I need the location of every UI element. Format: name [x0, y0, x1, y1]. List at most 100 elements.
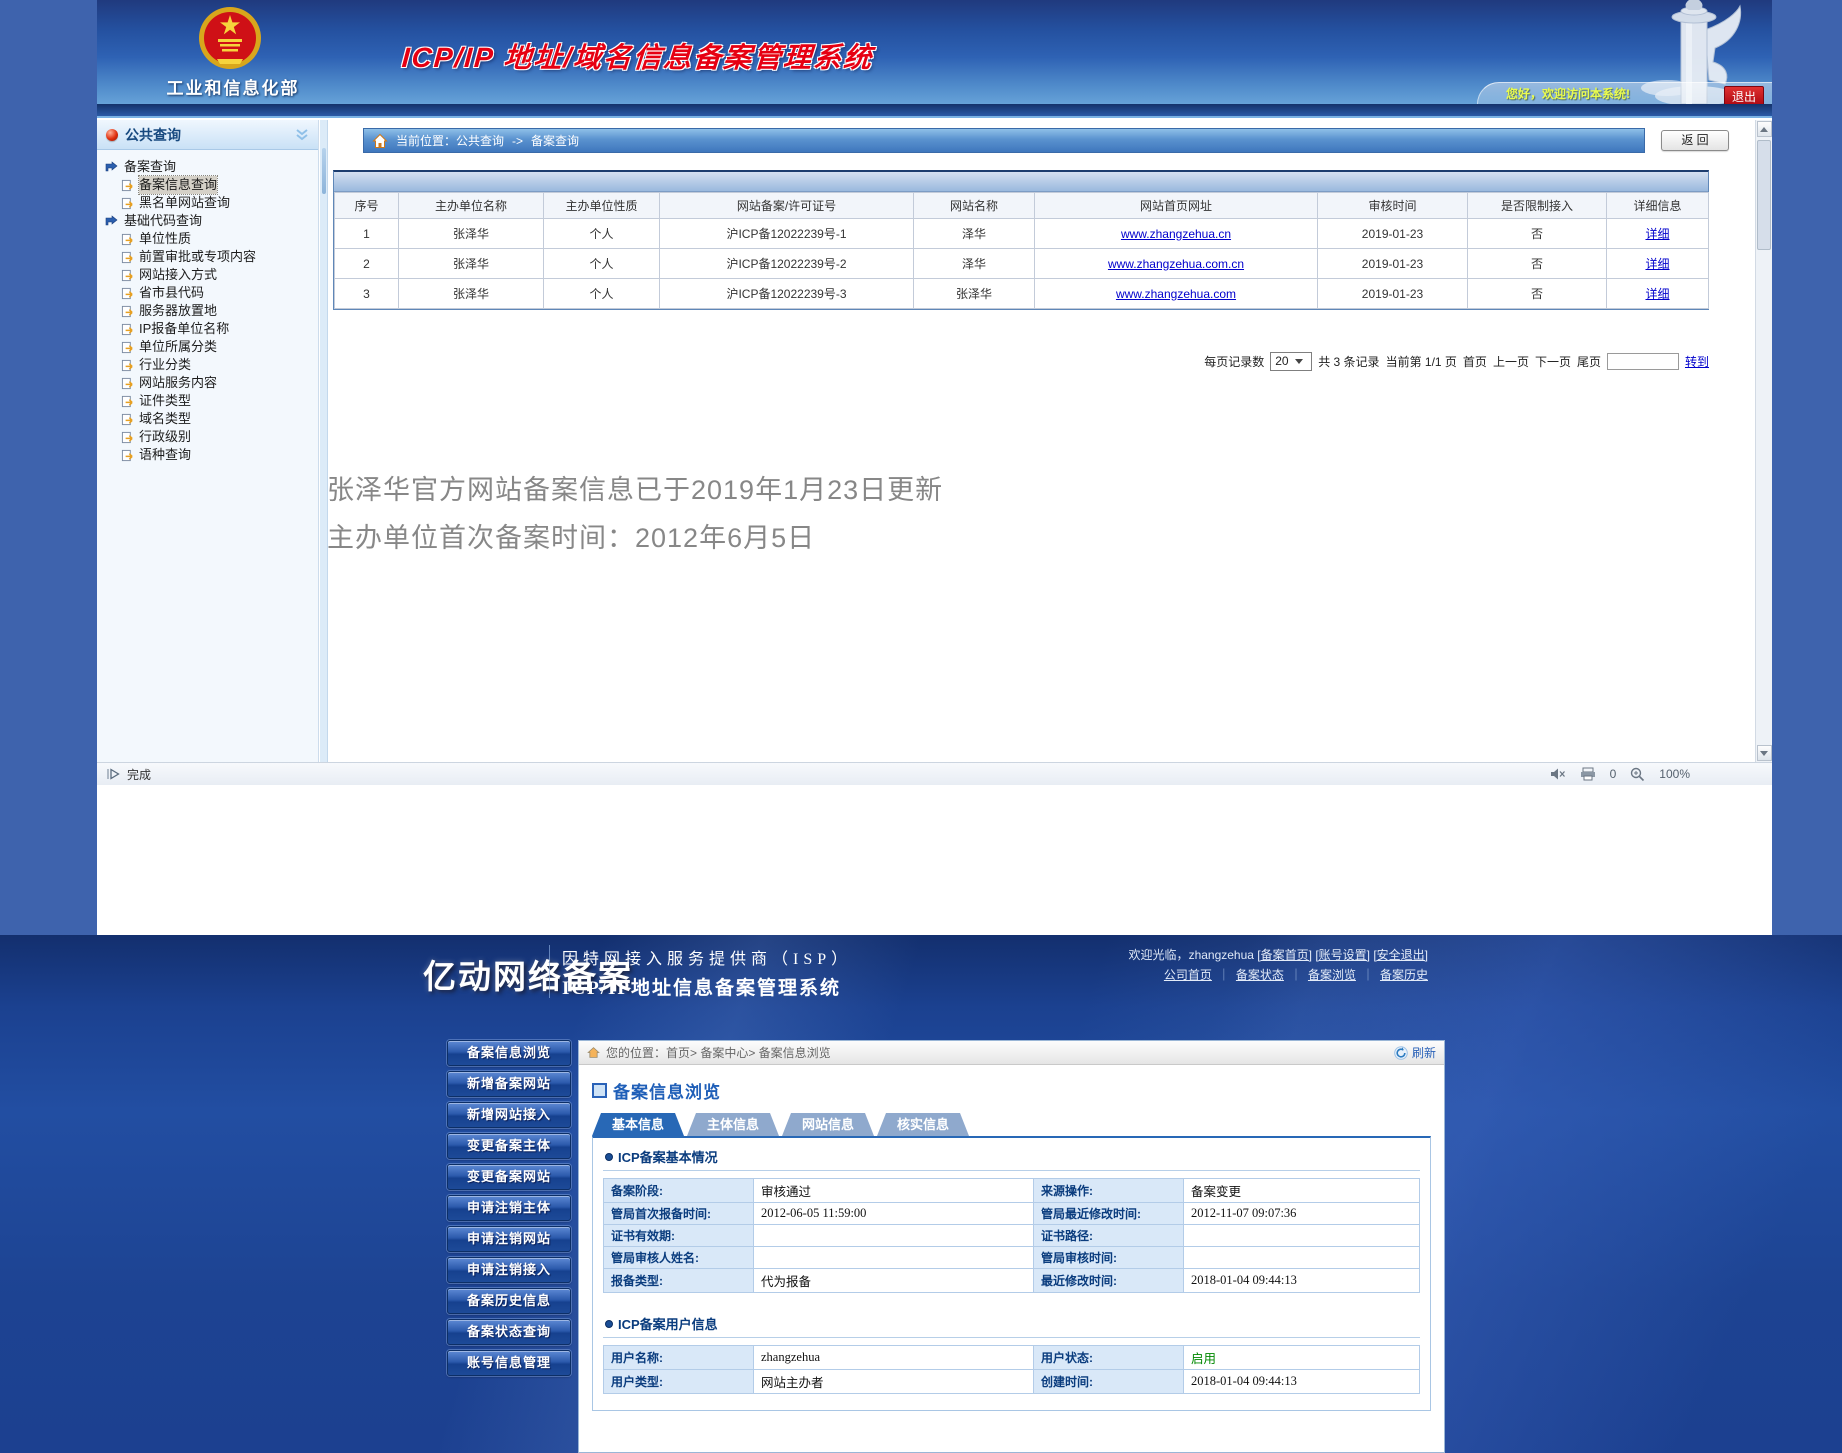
sidebar-splitter[interactable]	[320, 120, 328, 762]
status-bar-right: 0 100%	[1550, 767, 1690, 782]
menu-add-site-access[interactable]: 新增网站接入	[447, 1102, 571, 1128]
info-value	[1184, 1225, 1420, 1247]
breadcrumb: 当前位置：公共查询 -> 备案查询	[363, 128, 1645, 153]
menu-cancel-site[interactable]: 申请注销网站	[447, 1226, 571, 1252]
table-row: 2 张泽华 个人 沪ICP备12022239号-2 泽华 www.zhangze…	[335, 249, 1709, 279]
tree-item-admin-level[interactable]: 行政级别	[105, 428, 314, 446]
welcome-band: 您好，欢迎访问本系统! 退出	[1477, 82, 1772, 104]
filing-status-link[interactable]: 备案状态	[1236, 968, 1284, 982]
menu-filing-info-browse[interactable]: 备案信息浏览	[447, 1040, 571, 1066]
scroll-up-arrow[interactable]	[1757, 121, 1772, 137]
tree-item-domain-type[interactable]: 域名类型	[105, 410, 314, 428]
site-url-link[interactable]: www.zhangzehua.com.cn	[1108, 257, 1244, 271]
scroll-down-arrow[interactable]	[1757, 745, 1772, 761]
chevron-down-icon[interactable]	[295, 129, 309, 141]
tree-group-filing-query[interactable]: 备案查询	[105, 158, 314, 176]
vertical-scrollbar[interactable]	[1755, 120, 1772, 762]
section-header-basic: ICP备案基本情况	[603, 1140, 1420, 1171]
refresh-control[interactable]: 刷新	[1394, 1044, 1436, 1061]
nav-separator: ｜	[1218, 968, 1230, 982]
page-arrow-icon	[121, 269, 134, 282]
logout-button[interactable]: 退出	[1724, 86, 1764, 104]
detail-link[interactable]: 详细	[1645, 227, 1669, 241]
menu-cancel-subject[interactable]: 申请注销主体	[447, 1195, 571, 1221]
site-url-link[interactable]: www.zhangzehua.cn	[1121, 227, 1231, 241]
panel-title: 备案信息浏览	[613, 1078, 721, 1103]
filing-browse-panel: 您的位置：首页> 备案中心> 备案信息浏览 刷新 备案信息浏览 基本信息	[578, 1040, 1445, 1453]
next-page-link[interactable]: 下一页	[1535, 353, 1571, 370]
col-header-restricted: 是否限制接入	[1468, 193, 1607, 219]
tab-subject-info[interactable]: 主体信息	[687, 1113, 779, 1136]
red-orb-icon	[106, 129, 118, 141]
tree-item-ip-report-unit[interactable]: IP报备单位名称	[105, 320, 314, 338]
cell-detail: 详细	[1607, 249, 1709, 279]
goto-page-input[interactable]	[1607, 353, 1679, 370]
site-url-link[interactable]: www.zhangzehua.com	[1116, 287, 1236, 301]
page-arrow-icon	[121, 341, 134, 354]
menu-change-filing-site[interactable]: 变更备案网站	[447, 1164, 571, 1190]
dropdown-arrow-icon	[1295, 359, 1303, 364]
welcome-prefix: 欢迎光临，	[1129, 948, 1189, 962]
tree-item-unit-nature[interactable]: 单位性质	[105, 230, 314, 248]
tree-group-base-code-query[interactable]: 基础代码查询	[105, 212, 314, 230]
panel-breadcrumb-path: 您的位置：首页> 备案中心> 备案信息浏览	[606, 1044, 831, 1061]
filing-home-link[interactable]: [备案首页]	[1257, 948, 1312, 962]
tree-item-server-location[interactable]: 服务器放置地	[105, 302, 314, 320]
printer-icon[interactable]	[1580, 767, 1596, 781]
menu-filing-status-query[interactable]: 备案状态查询	[447, 1319, 571, 1345]
user-info-table: 用户名称: zhangzehua 用户状态: 启用 用户类型: 网站主办者 创建…	[603, 1345, 1420, 1394]
menu-add-filing-site[interactable]: 新增备案网站	[447, 1071, 571, 1097]
tree-item-access-method[interactable]: 网站接入方式	[105, 266, 314, 284]
scrollbar-thumb[interactable]	[1757, 140, 1771, 250]
folder-arrow-icon	[105, 214, 119, 228]
speaker-muted-icon[interactable]	[1550, 767, 1566, 781]
tree-item-language-query[interactable]: 语种查询	[105, 446, 314, 464]
tab-basic-info[interactable]: 基本信息	[592, 1113, 684, 1136]
update-notice: 张泽华官方网站备案信息已于2019年1月23日更新	[327, 468, 943, 507]
tree-item-certificate-type[interactable]: 证件类型	[105, 392, 314, 410]
account-settings-link[interactable]: [账号设置]	[1315, 948, 1370, 962]
cell-seq: 2	[335, 249, 399, 279]
sidebar-header[interactable]: 公共查询	[97, 120, 318, 150]
filing-browse-link[interactable]: 备案浏览	[1308, 968, 1356, 982]
info-row: 证书有效期: 证书路径:	[604, 1225, 1420, 1247]
tree-item-filing-info-query[interactable]: 备案信息查询	[105, 176, 314, 194]
back-button[interactable]: 返 回	[1661, 130, 1729, 151]
detail-link[interactable]: 详细	[1645, 257, 1669, 271]
page-arrow-icon	[121, 395, 134, 408]
section-header-user: ICP备案用户信息	[603, 1307, 1420, 1338]
detail-link[interactable]: 详细	[1645, 287, 1669, 301]
menu-account-info[interactable]: 账号信息管理	[447, 1350, 571, 1376]
cell-site-name: 张泽华	[914, 279, 1035, 309]
page-arrow-icon	[121, 287, 134, 300]
per-page-select[interactable]: 20	[1270, 352, 1312, 371]
tree-item-province-code[interactable]: 省市县代码	[105, 284, 314, 302]
col-header-org-nature: 主办单位性质	[544, 193, 660, 219]
bullet-icon	[605, 1320, 613, 1328]
tab-site-info[interactable]: 网站信息	[782, 1113, 874, 1136]
first-page-link[interactable]: 首页	[1463, 353, 1487, 370]
company-home-link[interactable]: 公司首页	[1164, 968, 1212, 982]
tree-item-pre-approval[interactable]: 前置审批或专项内容	[105, 248, 314, 266]
page-arrow-icon	[121, 359, 134, 372]
tab-verify-info[interactable]: 核实信息	[877, 1113, 969, 1136]
filing-history-link[interactable]: 备案历史	[1380, 968, 1428, 982]
info-value: 2018-01-04 09:44:13	[1184, 1370, 1420, 1394]
splitter-handle[interactable]	[322, 148, 326, 194]
info-label: 证书路径:	[1034, 1225, 1184, 1247]
tree-item-unit-category[interactable]: 单位所属分类	[105, 338, 314, 356]
safe-logout-link[interactable]: [安全退出]	[1373, 948, 1428, 962]
tree-item-blacklist-query[interactable]: 黑名单网站查询	[105, 194, 314, 212]
menu-change-filing-subject[interactable]: 变更备案主体	[447, 1133, 571, 1159]
tree-item-industry-category[interactable]: 行业分类	[105, 356, 314, 374]
col-header-seq: 序号	[335, 193, 399, 219]
goto-link[interactable]: 转到	[1685, 353, 1709, 370]
last-page-link[interactable]: 尾页	[1577, 353, 1601, 370]
zoom-magnifier-icon[interactable]	[1630, 767, 1645, 782]
menu-filing-history[interactable]: 备案历史信息	[447, 1288, 571, 1314]
page-arrow-icon	[121, 305, 134, 318]
menu-cancel-access[interactable]: 申请注销接入	[447, 1257, 571, 1283]
prev-page-link[interactable]: 上一页	[1493, 353, 1529, 370]
tree-item-site-service-content[interactable]: 网站服务内容	[105, 374, 314, 392]
info-value: 网站主办者	[754, 1370, 1034, 1394]
